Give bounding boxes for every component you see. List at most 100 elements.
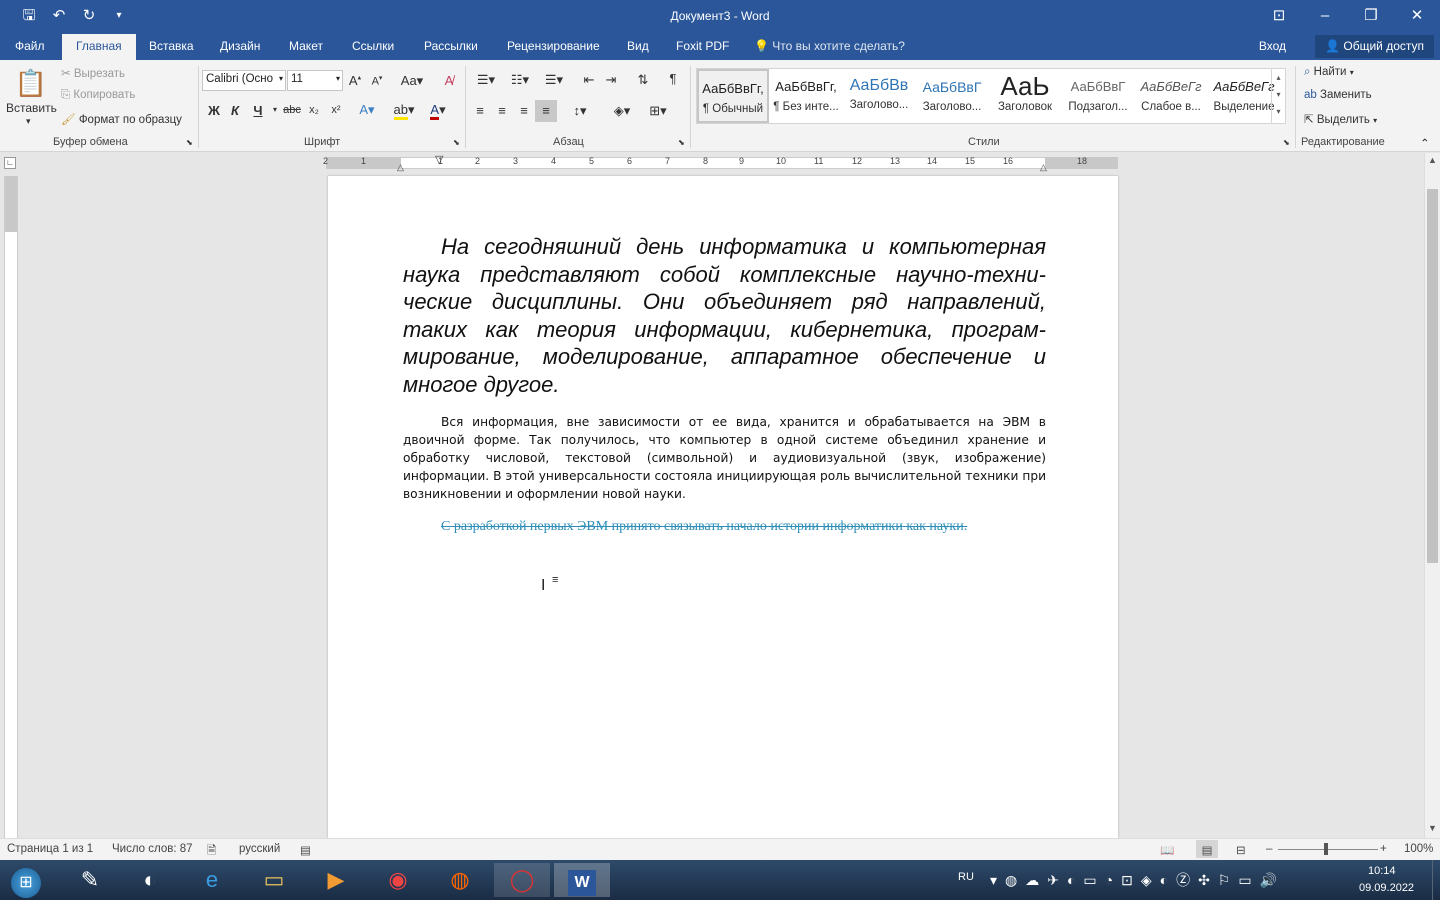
macro-icon[interactable]: ▤ — [300, 843, 311, 857]
document-page[interactable]: На сегодняшний день информатика и компью… — [328, 176, 1118, 838]
increase-indent-icon[interactable]: ⇥ — [602, 72, 620, 88]
app-icon[interactable]: ✎ — [64, 863, 116, 897]
show-desktop-button[interactable] — [1432, 860, 1440, 900]
style-no-spacing[interactable]: АаБбВвГг, ¶ Без инте... — [770, 69, 842, 123]
italic-button[interactable]: К — [226, 103, 244, 118]
tab-foxit-pdf[interactable]: Foxit PDF — [676, 39, 729, 53]
format-painter-button[interactable]: 🖌 Формат по образцу — [61, 112, 182, 126]
underline-dropdown-icon[interactable]: ▾ — [266, 105, 284, 114]
tell-me-box[interactable]: 💡 Что вы хотите сделать? — [754, 39, 905, 53]
clock-date[interactable]: 09.09.2022 — [1359, 882, 1414, 894]
vertical-scrollbar[interactable]: ▲ ▼ — [1424, 153, 1440, 838]
style-heading-2[interactable]: АаБбВвГ Заголово... — [916, 69, 988, 123]
decrease-indent-icon[interactable]: ⇤ — [580, 72, 598, 88]
style-heading-1[interactable]: АаБбВв Заголово... — [843, 69, 915, 123]
tray-icons[interactable]: ▾◍☁✈◐▭◔⊡◈◐Ⓩ✣⚐▭🔊 — [990, 870, 1285, 890]
bold-button[interactable]: Ж — [205, 103, 223, 118]
clear-formatting-icon[interactable]: A̸ — [440, 73, 458, 88]
dialog-launcher-icon[interactable]: ⬊ — [1283, 138, 1290, 147]
vertical-ruler[interactable] — [4, 176, 18, 838]
page-count[interactable]: Страница 1 из 1 — [7, 843, 93, 855]
start-button[interactable]: ⊞ — [2, 863, 50, 898]
tab-review[interactable]: Рецензирование — [507, 39, 600, 53]
tab-view[interactable]: Вид — [627, 39, 649, 53]
collapse-ribbon-icon[interactable]: ⌃ — [1420, 136, 1430, 150]
edge-icon[interactable]: ◐ — [124, 863, 176, 897]
zoom-in-icon[interactable]: + — [1380, 843, 1387, 855]
sort-icon[interactable]: ⇅ — [634, 72, 652, 88]
select-button[interactable]: ⇱ Выделить ▾ — [1304, 112, 1377, 126]
file-explorer-icon[interactable]: ▭ — [248, 863, 300, 897]
font-size-select[interactable]: 11 ▾ — [287, 70, 343, 91]
paste-button[interactable]: Вставить — [6, 101, 57, 115]
shrink-font-icon[interactable]: A▾ — [368, 74, 386, 88]
tab-mailings[interactable]: Рассылки — [424, 39, 478, 53]
internet-explorer-icon[interactable]: e — [186, 863, 238, 897]
tab-design[interactable]: Дизайн — [220, 39, 260, 53]
find-button[interactable]: ⌕ Найти ▾ — [1304, 66, 1354, 79]
superscript-icon[interactable]: x² — [327, 104, 345, 116]
clock-time[interactable]: 10:14 — [1368, 865, 1396, 877]
justify-icon[interactable]: ≡ — [535, 100, 557, 122]
paragraph-2[interactable]: Вся информация, вне зависимости от ее ви… — [403, 413, 1046, 503]
zoom-slider[interactable] — [1278, 849, 1378, 850]
paragraph-1[interactable]: На сегодняшний день информатика и компью… — [403, 233, 1046, 398]
keyboard-language[interactable]: RU — [958, 871, 974, 883]
show-marks-icon[interactable]: ¶ — [664, 71, 682, 86]
highlight-icon[interactable]: ab▾ — [390, 102, 418, 120]
dialog-launcher-icon[interactable]: ⬊ — [186, 138, 193, 147]
styles-scroll[interactable]: ▴ ▾ ▾ — [1271, 69, 1285, 123]
multilevel-list-icon[interactable]: ☰▾ — [540, 72, 568, 88]
cut-button[interactable]: ✂ Вырезать — [61, 66, 125, 80]
ribbon-display-icon[interactable]: ⊡ — [1256, 0, 1302, 32]
dialog-launcher-icon[interactable]: ⬊ — [453, 138, 460, 147]
opera-icon[interactable]: ◯ — [494, 863, 550, 897]
underline-button[interactable]: Ч — [249, 103, 267, 118]
shading-icon[interactable]: ◈▾ — [608, 103, 636, 119]
paste-icon[interactable]: 📋 — [14, 68, 48, 99]
align-center-icon[interactable]: ≡ — [493, 103, 511, 118]
text-effects-icon[interactable]: A▾ — [358, 102, 376, 118]
left-indent-icon[interactable]: △ — [397, 162, 404, 173]
tab-insert[interactable]: Вставка — [149, 39, 194, 53]
font-color-icon[interactable]: A▾ — [424, 102, 452, 120]
copy-button[interactable]: ⎘ Копировать — [61, 89, 135, 102]
right-indent-icon[interactable]: △ — [1040, 162, 1047, 173]
style-normal[interactable]: АаБбВвГг, ¶ Обычный — [697, 69, 769, 123]
scroll-down-icon[interactable]: ▼ — [1428, 823, 1437, 833]
scroll-up-icon[interactable]: ▲ — [1428, 155, 1437, 165]
tab-references[interactable]: Ссылки — [352, 39, 394, 53]
media-player-icon[interactable]: ▶ — [310, 863, 362, 897]
firefox-icon[interactable]: ◍ — [434, 863, 486, 897]
share-button[interactable]: 👤 Общий доступ — [1315, 35, 1434, 58]
subscript-icon[interactable]: x₂ — [305, 104, 323, 116]
grow-font-icon[interactable]: A▴ — [346, 73, 364, 88]
word-taskbar-icon[interactable]: W — [554, 863, 610, 897]
zoom-slider-thumb[interactable] — [1324, 843, 1328, 855]
web-layout-icon[interactable]: ⊟ — [1236, 843, 1246, 857]
paste-dropdown-icon[interactable]: ▾ — [26, 116, 31, 127]
paragraph-3-deleted[interactable]: С разработкой первых ЭВМ принято связыва… — [403, 519, 1046, 535]
bullets-icon[interactable]: ☰▾ — [472, 72, 500, 88]
word-count[interactable]: Число слов: 87 — [112, 843, 193, 855]
font-name-select[interactable]: Calibri (Осно ▾ — [202, 70, 286, 91]
strikethrough-icon[interactable]: abc — [283, 104, 301, 116]
tab-layout[interactable]: Макет — [289, 39, 323, 53]
scrollbar-thumb[interactable] — [1427, 189, 1438, 563]
style-emphasis[interactable]: АаБбВеГг Выделение — [1208, 69, 1280, 123]
horizontal-ruler[interactable]: ∟ 2 1 ▽ △ △ 1 2 3 4 5 6 7 8 9 10 11 12 1… — [0, 153, 1424, 173]
close-icon[interactable]: ✕ — [1394, 0, 1440, 32]
change-case-icon[interactable]: Aa▾ — [398, 73, 426, 89]
dialog-launcher-icon[interactable]: ⬊ — [678, 138, 685, 147]
chrome-icon[interactable]: ◉ — [372, 863, 424, 897]
style-title[interactable]: АаЬ Заголовок — [989, 69, 1061, 123]
align-left-icon[interactable]: ≡ — [471, 103, 489, 118]
print-layout-icon[interactable]: ▤ — [1196, 840, 1218, 858]
tab-file[interactable]: Файл — [15, 39, 45, 53]
minimize-icon[interactable]: – — [1302, 0, 1348, 32]
borders-icon[interactable]: ⊞▾ — [644, 103, 672, 119]
style-subtitle[interactable]: АаБбВвГ Подзагол... — [1062, 69, 1134, 123]
read-mode-icon[interactable]: 📖 — [1160, 843, 1174, 857]
tab-home[interactable]: Главная — [62, 34, 136, 60]
style-subtle-emphasis[interactable]: АаБбВеГг Слабое в... — [1135, 69, 1207, 123]
